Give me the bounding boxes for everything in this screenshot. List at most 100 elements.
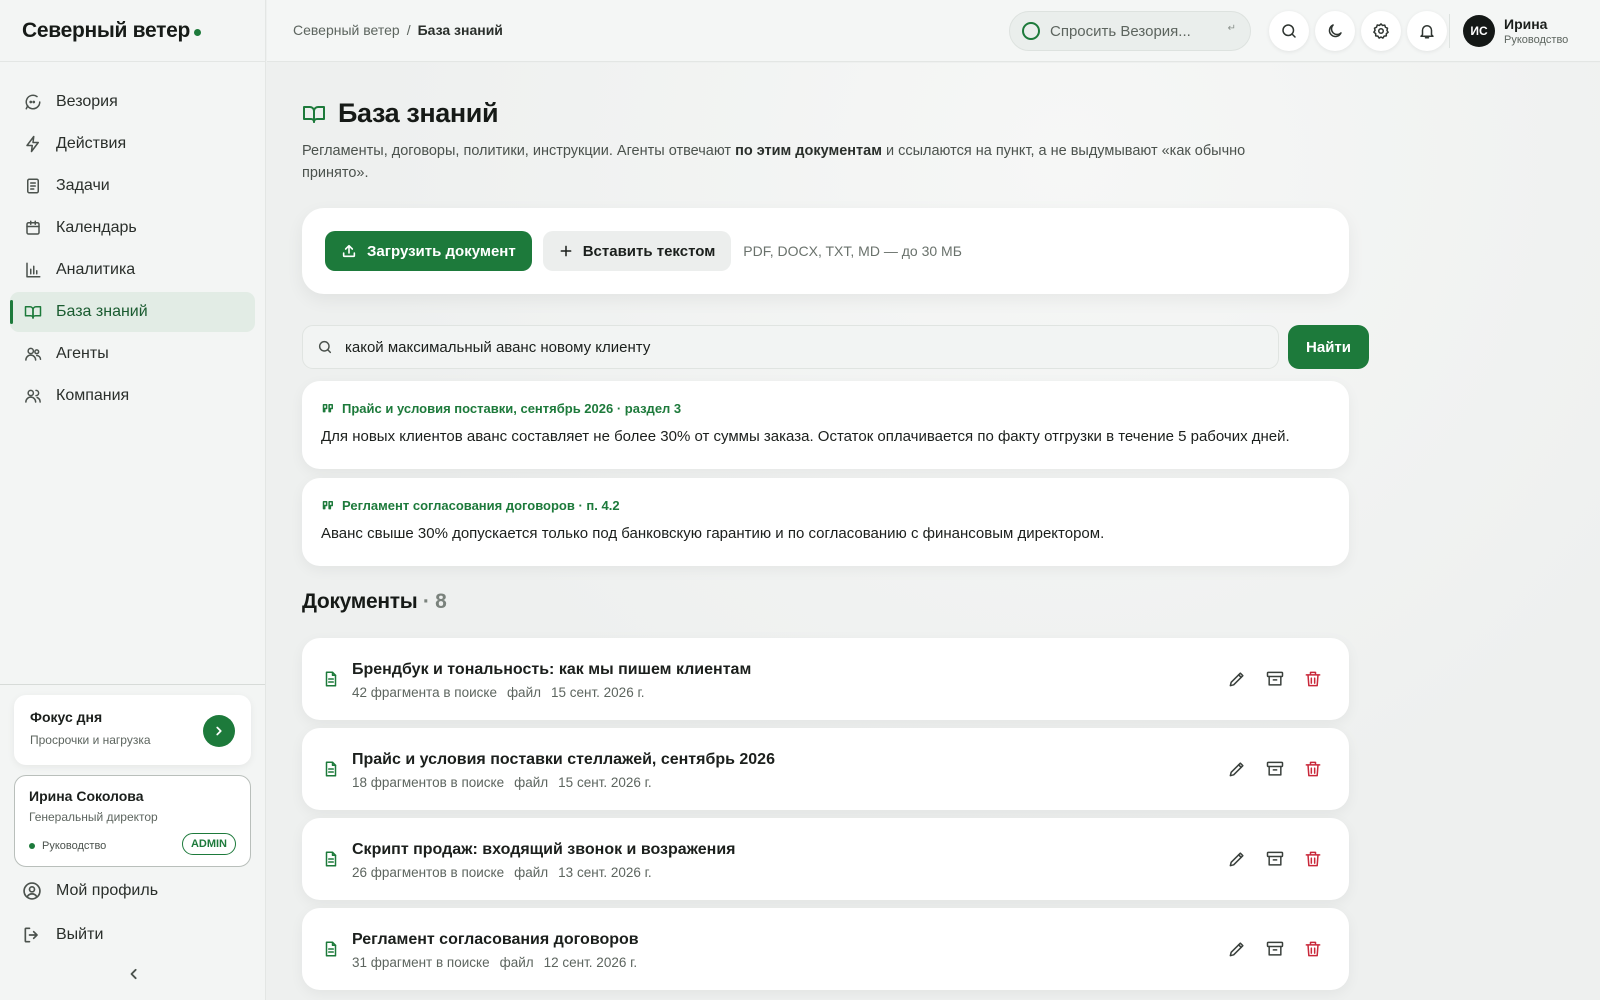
sidebar-item-actions[interactable]: Действия: [10, 124, 255, 164]
top-user-name: Ирина: [1504, 16, 1548, 32]
assistant-ring-icon: [1022, 22, 1040, 40]
search-result-card: Прайс и условия поставки, сентябрь 2026 …: [302, 381, 1349, 469]
sidebar-item-label: База знаний: [56, 303, 148, 320]
notifications-button[interactable]: [1407, 11, 1447, 51]
document-file-icon: [322, 850, 340, 868]
edit-icon[interactable]: [1227, 669, 1247, 689]
sidebar-item-analytics[interactable]: Аналитика: [10, 250, 255, 290]
document-date: 15 сент. 2026 г.: [558, 775, 652, 790]
bell-icon: [1420, 25, 1434, 39]
archive-icon[interactable]: [1265, 759, 1285, 779]
document-row[interactable]: Регламент согласования договоров 31 фраг…: [302, 908, 1349, 990]
quote-icon: [321, 498, 336, 513]
document-file-icon: [322, 940, 340, 958]
upload-document-label: Загрузить документ: [367, 242, 516, 260]
trash-icon[interactable]: [1303, 849, 1323, 869]
sidebar-item-tasks[interactable]: Задачи: [10, 166, 255, 206]
documents-title: Документы: [302, 590, 418, 613]
archive-icon[interactable]: [1265, 849, 1285, 869]
result-source-link[interactable]: Прайс и условия поставки, сентябрь 2026 …: [321, 401, 1330, 416]
paste-text-label: Вставить текстом: [582, 242, 716, 260]
user-card: Ирина Соколова Генеральный директор Руко…: [14, 775, 251, 867]
collapse-sidebar-button[interactable]: [124, 964, 144, 984]
gear-icon: [1373, 23, 1389, 39]
document-meta: 31 фрагмент в поиске файл 12 сент. 2026 г.: [352, 955, 637, 970]
document-name[interactable]: Брендбук и тональность: как мы пишем кли…: [352, 661, 751, 679]
upload-icon: [342, 244, 356, 258]
top-user-role: Руководство: [1504, 34, 1569, 46]
edit-icon[interactable]: [1227, 849, 1247, 869]
trash-icon[interactable]: [1303, 669, 1323, 689]
upload-panel: Загрузить документ Вставить текстом PDF,…: [302, 208, 1349, 294]
page-title-text: База знаний: [338, 98, 499, 128]
document-file-icon: [322, 760, 340, 778]
breadcrumb-root[interactable]: Северный ветер: [293, 22, 400, 38]
calendar-icon: [24, 219, 42, 237]
logout-link[interactable]: Выйти: [10, 915, 255, 955]
search-query: какой максимальный аванс новому клиенту: [345, 338, 651, 356]
document-name[interactable]: Прайс и условия поставки стеллажей, сент…: [352, 751, 775, 769]
document-row[interactable]: Прайс и условия поставки стеллажей, сент…: [302, 728, 1349, 810]
company-icon: [24, 387, 42, 405]
document-fragments: 26 фрагментов в поиске: [352, 865, 505, 880]
edit-icon[interactable]: [1227, 759, 1247, 779]
edit-icon[interactable]: [1227, 939, 1247, 959]
user-name: Ирина Соколова: [29, 788, 144, 804]
document-fragments: 31 фрагмент в поиске: [352, 955, 490, 970]
result-source: Прайс и условия поставки, сентябрь 2026 …: [342, 401, 682, 416]
sidebar-item-knowledge-base[interactable]: База знаний: [10, 292, 255, 332]
find-button[interactable]: Найти: [1288, 325, 1369, 369]
trash-icon[interactable]: [1303, 759, 1323, 779]
trash-icon[interactable]: [1303, 939, 1323, 959]
documents-heading: Документы · 8: [302, 590, 447, 614]
upload-document-button[interactable]: Загрузить документ: [325, 231, 532, 271]
sidebar-item-vezoriya[interactable]: Везория: [10, 82, 255, 122]
search-button[interactable]: [1269, 11, 1309, 51]
search-icon: [1282, 24, 1296, 38]
document-fragments: 42 фрагмента в поиске: [352, 685, 497, 700]
focus-open-button[interactable]: [203, 715, 235, 747]
document-type: файл: [499, 955, 534, 970]
sidebar-item-calendar[interactable]: Календарь: [10, 208, 255, 248]
archive-icon[interactable]: [1265, 939, 1285, 959]
brand-name: Северный ветер: [22, 18, 190, 42]
settings-button[interactable]: [1361, 11, 1401, 51]
archive-icon[interactable]: [1265, 669, 1285, 689]
document-name[interactable]: Регламент согласования договоров: [352, 931, 639, 949]
document-type: файл: [514, 865, 549, 880]
theme-toggle-button[interactable]: [1315, 11, 1355, 51]
document-meta: 18 фрагментов в поиске файл 15 сент. 2026 …: [352, 775, 652, 790]
chat-icon: [24, 93, 42, 111]
focus-of-day-card[interactable]: Фокус дня Просрочки и нагрузка: [14, 695, 251, 765]
my-profile-link[interactable]: Мой профиль: [10, 871, 255, 911]
lightning-icon: [24, 135, 42, 153]
document-meta: 42 фрагмента в поиске файл 15 сент. 2026 г…: [352, 685, 644, 700]
sidebar-item-label: Задачи: [56, 177, 110, 194]
tasks-icon: [24, 177, 42, 195]
ask-assistant-input[interactable]: Спросить Везория... ↵: [1009, 11, 1251, 51]
user-department-label: Руководство: [42, 840, 107, 852]
search-icon: [317, 339, 333, 355]
sidebar-item-agents[interactable]: Агенты: [10, 334, 255, 374]
knowledge-search: какой максимальный аванс новому клиенту …: [302, 325, 1369, 369]
search-result-card: Регламент согласования договоров · п. 4.…: [302, 478, 1349, 566]
result-source-link[interactable]: Регламент согласования договоров · п. 4.…: [321, 498, 1330, 513]
description-bold: по этим документам: [735, 143, 882, 159]
page-description: Регламенты, договоры, политики, инструкц…: [302, 140, 1312, 184]
document-row[interactable]: Скрипт продаж: входящий звонок и возраже…: [302, 818, 1349, 900]
knowledge-search-input[interactable]: какой максимальный аванс новому клиенту: [302, 325, 1279, 369]
document-date: 13 сент. 2026 г.: [558, 865, 652, 880]
avatar[interactable]: ИС: [1463, 15, 1495, 47]
chevron-left-icon: [130, 968, 137, 980]
book-icon: [24, 303, 42, 321]
breadcrumb-current: База знаний: [417, 22, 503, 38]
brand-logo[interactable]: Северный ветер: [0, 0, 265, 62]
result-source: Регламент согласования договоров · п. 4.…: [342, 498, 620, 513]
document-name[interactable]: Скрипт продаж: входящий звонок и возраже…: [352, 841, 736, 859]
top-user-info[interactable]: Ирина Руководство: [1504, 16, 1568, 46]
bar-chart-icon: [24, 261, 42, 279]
sidebar-item-label: Агенты: [56, 345, 109, 362]
sidebar-item-company[interactable]: Компания: [10, 376, 255, 416]
paste-text-button[interactable]: Вставить текстом: [542, 231, 732, 271]
document-row[interactable]: Брендбук и тональность: как мы пишем кли…: [302, 638, 1349, 720]
